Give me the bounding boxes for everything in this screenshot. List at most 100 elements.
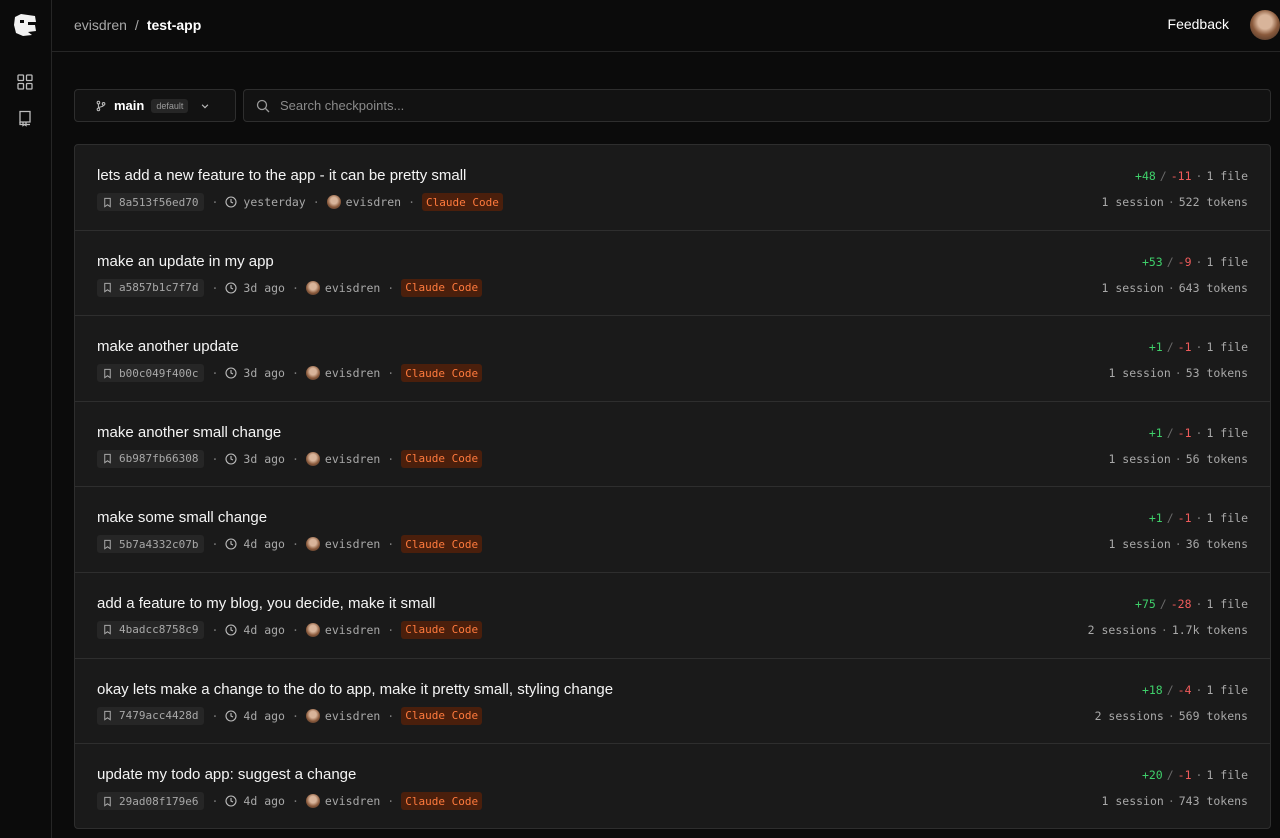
checkpoint-time-text: 4d ago (243, 794, 285, 809)
separator-dot: · (291, 451, 299, 466)
breadcrumb-separator: / (134, 17, 139, 33)
bookmark-icon (104, 197, 111, 208)
checkpoint-time: yesterday (225, 195, 306, 209)
checkpoint-author[interactable]: evisdren (305, 366, 380, 381)
author-name: evisdren (324, 794, 381, 809)
app-logo-icon[interactable] (11, 11, 39, 39)
agent-badge: Claude Code (401, 706, 483, 725)
checkpoint-author[interactable]: evisdren (305, 794, 381, 809)
checkpoint-row[interactable]: make another small change 6b987fb66308 ·… (75, 402, 1270, 488)
author-avatar (305, 794, 320, 809)
tokens-count: 53 tokens (1185, 366, 1248, 381)
checkpoint-hash: 29ad08f179e6 (119, 794, 199, 808)
checkpoint-author[interactable]: evisdren (305, 280, 380, 295)
checkpoint-author[interactable]: evisdren (305, 708, 380, 723)
search-input[interactable] (280, 90, 1240, 121)
separator-dot: · (387, 366, 395, 381)
bookmark-icon (104, 454, 111, 464)
checkpoint-author[interactable]: evisdren (305, 537, 380, 552)
checkpoint-meta: b00c049f400c · 3d ago · evisdren · Claud… (97, 364, 483, 383)
checkpoint-row[interactable]: update my todo app: suggest a change 29a… (75, 744, 1270, 828)
breadcrumb-owner[interactable]: evisdren (74, 17, 127, 33)
separator-dot: · (211, 280, 219, 295)
additions-count: +1 (1148, 511, 1163, 526)
chevron-down-icon (202, 103, 209, 108)
branch-selector[interactable]: main default (74, 89, 236, 122)
separator-dot: · (408, 195, 415, 209)
checkpoint-row[interactable]: make another update b00c049f400c · 3d ag… (75, 316, 1270, 402)
diff-separator: / (1166, 254, 1174, 269)
checkpoint-row[interactable]: make some small change 5b7a4332c07b · 4d… (75, 487, 1270, 573)
checkpoint-author[interactable]: evisdren (326, 195, 402, 209)
separator-dot: · (1174, 366, 1182, 381)
tokens-count: 643 tokens (1178, 280, 1248, 295)
separator-dot: · (1167, 280, 1175, 295)
sidebar (0, 0, 52, 838)
sessions-count: 1 session (1101, 794, 1164, 809)
checkpoint-title: make some small change (97, 509, 268, 527)
checkpoint-author[interactable]: evisdren (305, 622, 380, 637)
git-branch-icon (96, 100, 106, 111)
checkpoint-usage: 1 session · 53 tokens (1108, 366, 1248, 380)
checkpoint-time-text: yesterday (243, 195, 306, 209)
breadcrumb-repo[interactable]: test-app (147, 17, 201, 33)
separator-dot: · (387, 708, 395, 723)
bookmark-icon (104, 710, 111, 721)
sessions-count: 1 session (1101, 195, 1164, 209)
clock-icon (225, 624, 237, 636)
tokens-count: 743 tokens (1178, 794, 1248, 809)
checkpoint-meta: 7479acc4428d · 4d ago · evisdren · Claud… (97, 706, 483, 725)
author-avatar (305, 280, 320, 295)
checkpoint-usage: 1 session · 56 tokens (1108, 452, 1248, 466)
checkpoint-hash-pill[interactable]: 6b987fb66308 (97, 449, 205, 468)
dashboard-icon[interactable] (16, 73, 34, 91)
branch-default-badge: default (151, 98, 189, 113)
agent-badge: Claude Code (401, 449, 483, 468)
separator-dot: · (291, 537, 299, 552)
checkpoint-author[interactable]: evisdren (305, 451, 380, 466)
checkpoint-diff-stats: +48 / -11 · 1 file (1135, 169, 1248, 183)
checkpoint-hash-pill[interactable]: 8a513f56ed70 (97, 193, 205, 211)
clock-icon (225, 367, 237, 379)
separator-dot: · (211, 366, 219, 381)
checkpoint-hash-pill[interactable]: 29ad08f179e6 (97, 792, 205, 811)
checkpoint-diff-stats: +75 / -28 · 1 file (1135, 597, 1248, 611)
tokens-count: 522 tokens (1178, 195, 1248, 209)
feedback-button[interactable]: Feedback (1168, 16, 1229, 32)
separator-dot: · (387, 794, 395, 809)
separator-dot: · (1167, 794, 1175, 809)
bookmark-icon (104, 539, 111, 550)
author-name: evisdren (345, 195, 402, 209)
checkpoint-title: add a feature to my blog, you decide, ma… (97, 594, 436, 612)
separator-dot: · (211, 451, 219, 466)
checkpoint-row[interactable]: add a feature to my blog, you decide, ma… (75, 573, 1270, 659)
checkpoint-hash: 6b987fb66308 (119, 452, 199, 466)
checkpoint-hash: 5b7a4332c07b (119, 537, 199, 551)
separator-dot: · (1174, 451, 1182, 466)
checkpoint-hash-pill[interactable]: 7479acc4428d (97, 706, 205, 725)
checkpoint-hash-pill[interactable]: a5857b1c7f7d (97, 278, 205, 297)
checkpoint-meta: 8a513f56ed70 · yesterday · evisdren · Cl… (97, 193, 503, 211)
checkpoint-time: 4d ago (225, 537, 285, 551)
separator-dot: · (1195, 254, 1203, 269)
additions-count: +20 (1141, 768, 1163, 783)
checkpoint-time-text: 3d ago (243, 366, 285, 381)
user-avatar[interactable] (1250, 10, 1280, 40)
additions-count: +18 (1141, 682, 1163, 697)
checkpoint-hash: a5857b1c7f7d (119, 281, 199, 295)
search-box (243, 89, 1271, 122)
checkpoint-row[interactable]: okay lets make a change to the do to app… (75, 659, 1270, 745)
checkpoint-hash-pill[interactable]: 5b7a4332c07b (97, 535, 205, 554)
checkpoint-row[interactable]: lets add a new feature to the app - it c… (75, 145, 1270, 231)
checkpoint-row[interactable]: make an update in my app a5857b1c7f7d · … (75, 231, 1270, 317)
bookmark-icon (104, 625, 111, 636)
checkpoint-title: update my todo app: suggest a change (97, 766, 357, 784)
checkpoint-diff-stats: +1 / -1 · 1 file (1149, 426, 1248, 440)
deletions-count: -28 (1170, 596, 1192, 611)
checkpoint-hash-pill[interactable]: b00c049f400c (97, 364, 205, 383)
repository-icon[interactable] (16, 109, 34, 127)
separator-dot: · (211, 537, 219, 552)
checkpoint-time-text: 4d ago (243, 622, 285, 637)
checkpoint-title: lets add a new feature to the app - it c… (97, 167, 467, 184)
checkpoint-hash-pill[interactable]: 4badcc8758c9 (97, 620, 205, 639)
